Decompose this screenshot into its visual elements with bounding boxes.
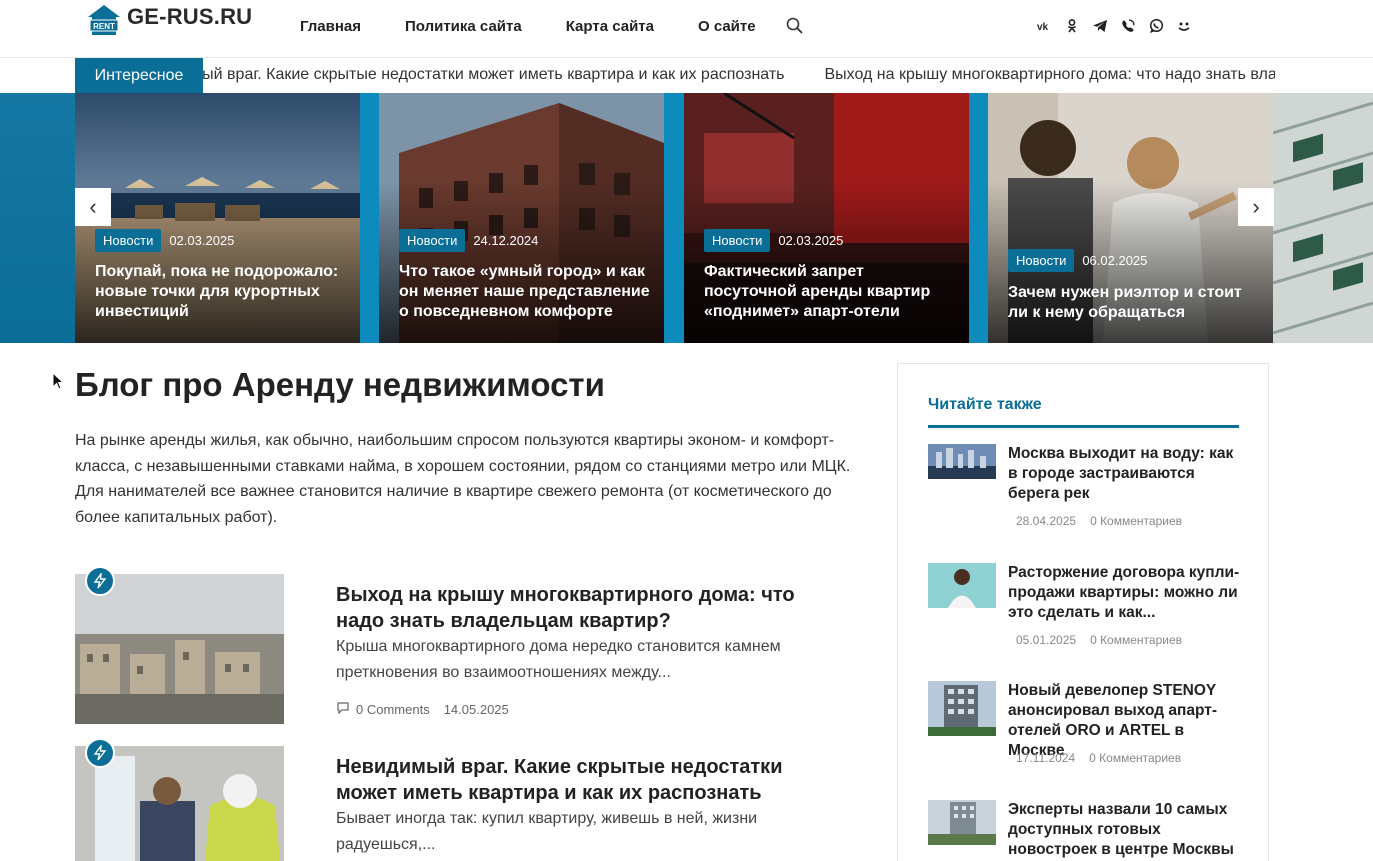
comment-icon xyxy=(336,701,350,718)
sidebar-item-title[interactable]: Новый девелопер STENOY анонсировал выход… xyxy=(1008,681,1243,761)
main-nav: Главная Политика сайта Карта сайта О сай… xyxy=(300,18,756,35)
slide-title[interactable]: Покупай, пока не подорожало: новые точки… xyxy=(95,262,346,322)
post-item: Выход на крышу многоквартирного дома: чт… xyxy=(75,566,815,724)
mouse-cursor-icon xyxy=(52,371,65,395)
category-badge[interactable]: Новости xyxy=(95,229,162,252)
slider-next-button[interactable]: › xyxy=(1238,188,1274,226)
odnoklassniki-icon[interactable] xyxy=(1064,18,1080,34)
slider-prev-button[interactable]: ‹ xyxy=(75,188,111,226)
slide-card[interactable]: Новости 02.03.2025 Фактический запрет по… xyxy=(684,93,969,343)
post-comments[interactable]: 0 Comments xyxy=(356,702,430,717)
slide-title[interactable]: Что такое «умный город» и как он меняет … xyxy=(399,262,650,322)
post-title[interactable]: Выход на крышу многоквартирного дома: чт… xyxy=(336,582,806,634)
nav-item-sitemap[interactable]: Карта сайта xyxy=(566,18,654,35)
sidebar-item-comments[interactable]: 0 Комментариев xyxy=(1089,751,1181,765)
post-item: Невидимый враг. Какие скрытые недостатки… xyxy=(75,738,815,861)
post-date: 14.05.2025 xyxy=(443,702,509,717)
sidebar-thumbnail[interactable] xyxy=(928,563,996,608)
post-excerpt: Бывает иногда так: купил квартиру, живеш… xyxy=(336,810,758,853)
slide-date: 24.12.2024 xyxy=(473,233,539,248)
sidebar-item-date: 17.11.2024 xyxy=(1016,751,1076,765)
svg-text:vk: vk xyxy=(1037,22,1049,33)
ticker-item[interactable]: Невидимый враг. Какие скрытые недостатки… xyxy=(203,66,784,84)
slide-date: 02.03.2025 xyxy=(778,233,844,248)
sidebar: Читайте также Москва выходит на воду: ка… xyxy=(897,363,1269,861)
sidebar-thumbnail[interactable] xyxy=(928,444,996,479)
ticker-label: Интересное xyxy=(75,58,203,93)
sidebar-heading: Читайте также xyxy=(928,396,1042,413)
logo-text: GE-RUS.RU xyxy=(127,4,253,29)
slide-date: 06.02.2025 xyxy=(1082,253,1148,268)
slide-partial-right xyxy=(1273,93,1373,343)
search-icon[interactable] xyxy=(785,16,805,36)
sidebar-item-title[interactable]: Москва выходит на воду: как в городе зас… xyxy=(1008,444,1243,504)
nav-item-about[interactable]: О сайте xyxy=(698,18,756,35)
logo-house-icon: RENT xyxy=(87,4,121,36)
logo-badge-text: RENT xyxy=(93,22,115,31)
social-links: vk xyxy=(1036,18,1192,34)
slide-card[interactable]: Новости 02.03.2025 Покупай, пока не подо… xyxy=(75,93,360,343)
intro-text: На рынке аренды жилья, как обычно, наибо… xyxy=(75,432,851,526)
slide-card[interactable]: Новости 06.02.2025 Зачем нужен риэлтор и… xyxy=(988,93,1273,343)
category-badge[interactable]: Новости xyxy=(399,229,466,252)
post-thumbnail[interactable] xyxy=(75,574,284,724)
category-badge[interactable]: Новости xyxy=(1008,249,1075,272)
news-ticker: Интересное Невидимый враг. Какие скрытые… xyxy=(0,58,1373,93)
nav-item-policy[interactable]: Политика сайта xyxy=(405,18,522,35)
slide-partial-left xyxy=(0,93,75,343)
nav-item-home[interactable]: Главная xyxy=(300,18,361,35)
bolt-icon xyxy=(85,738,115,768)
vk-icon[interactable]: vk xyxy=(1036,18,1052,34)
sidebar-item-title[interactable]: Расторжение договора купли-продажи кварт… xyxy=(1008,563,1243,623)
slide-card[interactable]: Новости 24.12.2024 Что такое «умный горо… xyxy=(379,93,664,343)
bolt-icon xyxy=(85,566,115,596)
sidebar-item-comments[interactable]: 0 Комментариев xyxy=(1090,633,1182,647)
sidebar-item-title[interactable]: Эксперты назвали 10 самых доступных гото… xyxy=(1008,800,1243,860)
slide-date: 02.03.2025 xyxy=(169,233,235,248)
sidebar-item-date: 05.01.2025 xyxy=(1016,633,1077,647)
site-header: RENT GE-RUS.RU Главная Политика сайта Ка… xyxy=(0,0,1373,58)
whatsapp-icon[interactable] xyxy=(1148,18,1164,34)
telegram-icon[interactable] xyxy=(1092,18,1108,34)
slide-title[interactable]: Зачем нужен риэлтор и стоит ли к нему об… xyxy=(1008,283,1259,323)
ticker-track: Невидимый враг. Какие скрытые недостатки… xyxy=(203,58,1275,93)
sidebar-item-comments[interactable]: 0 Комментариев xyxy=(1090,514,1182,528)
sidebar-heading-underline xyxy=(928,425,1239,428)
post-title[interactable]: Невидимый враг. Какие скрытые недостатки… xyxy=(336,754,806,806)
category-badge[interactable]: Новости xyxy=(704,229,771,252)
moimir-icon[interactable] xyxy=(1176,18,1192,34)
sidebar-thumbnail[interactable] xyxy=(928,681,996,736)
sidebar-thumbnail[interactable] xyxy=(928,800,996,845)
viber-icon[interactable] xyxy=(1120,18,1136,34)
ticker-item[interactable]: Выход на крышу многоквартирного дома: чт… xyxy=(824,66,1275,84)
slide-title[interactable]: Фактический запрет посуточной аренды ква… xyxy=(704,262,955,322)
sidebar-item-date: 28.04.2025 xyxy=(1016,514,1077,528)
post-excerpt: Крыша многоквартирного дома нередко стан… xyxy=(336,638,781,681)
page-title: Блог про Аренду недвижимости xyxy=(75,366,605,403)
site-logo[interactable]: RENT GE-RUS.RU xyxy=(87,4,252,36)
featured-slider: Новости 02.03.2025 Покупай, пока не подо… xyxy=(0,93,1373,343)
